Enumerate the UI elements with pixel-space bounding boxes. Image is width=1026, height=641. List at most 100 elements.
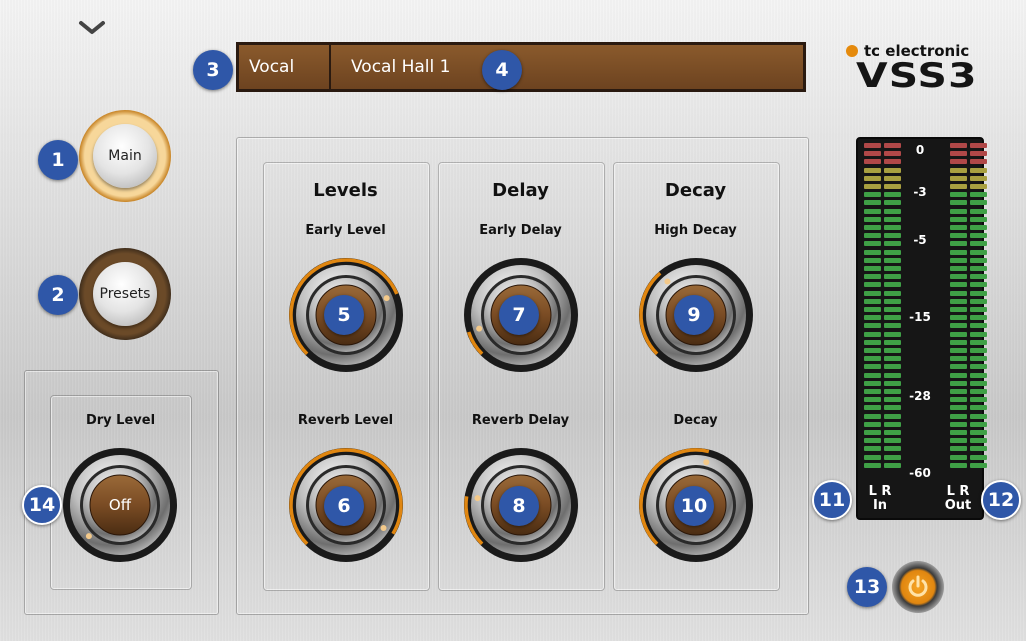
meter-segment [950,200,967,206]
callout-badge: 8 [499,486,539,526]
meter-segment [864,430,881,435]
meter-scale-5: -5 [913,233,927,247]
meter-segment [950,339,967,345]
meter-segment [864,216,881,222]
meter-segment [864,446,881,452]
meter-segment [950,446,967,452]
meter-segment [884,372,901,378]
meter-in-text: In [872,498,888,513]
meter-segment [950,143,967,148]
meter-segment [884,274,901,280]
preset-category[interactable]: Vocal [238,44,330,90]
meter-segment [884,216,901,222]
meter-segment [950,290,967,296]
meter-segment [864,290,881,296]
dry-level-knob[interactable]: Off [60,445,180,565]
callout-badge: 6 [324,486,364,526]
meter-segment [864,454,881,460]
meter-segment [970,274,987,280]
meter-segment [864,184,881,189]
meter-segment [950,257,967,263]
meter-segment [950,249,967,255]
meter-segment [970,200,987,206]
meter-segment [884,208,901,214]
early-level-label: Early Level [305,223,386,238]
chevron-down-icon[interactable] [77,18,107,38]
meter-segment [970,356,987,362]
meter-segment [864,167,881,173]
callout-badge: 14 [22,485,62,525]
main-button[interactable]: Main [79,110,171,202]
meter-segment [884,266,901,271]
meter-segment [970,290,987,296]
dry-level-value: Off [108,496,132,514]
meter-segment [950,389,967,394]
meter-segment [864,249,881,255]
meter-segment [950,216,967,222]
meter-segment [884,339,901,345]
meter-segment [950,175,967,181]
callout-badge: 10 [674,486,714,526]
meter-segment [970,389,987,394]
decay-title: Decay [664,180,727,201]
meter-segment [864,192,881,198]
meter-segment [970,454,987,460]
meter-segment [970,184,987,189]
meter-segment [970,167,987,173]
meter-segment [884,323,901,329]
meter-segment [950,241,967,247]
meter-segment [950,167,967,173]
power-button[interactable] [892,561,944,613]
levels-title: Levels [313,180,378,201]
meter-segment [884,290,901,296]
meter-segment [970,405,987,411]
meter-scale-60: -60 [909,466,931,480]
meter-segment [970,266,987,271]
brand-logo: tc electronic VSS3 [846,42,996,93]
meter-segment [864,397,881,403]
meter-segment [970,249,987,255]
meter-segment [970,339,987,345]
meter-segment [864,421,881,427]
meter-in-channels: L R [868,484,892,499]
meter-segment [950,225,967,230]
reverb-delay-label: Reverb Delay [471,413,570,428]
meter-segment [884,421,901,427]
meter-segment [950,307,967,312]
meter-segment [970,225,987,230]
product-name: VSS3 [856,56,978,96]
meter-scale-0: 0 [915,143,925,157]
meter-segment [970,446,987,452]
meter-segment [970,151,987,157]
meter-segment [970,323,987,329]
meter-segment [970,348,987,353]
meter-segment [864,364,881,370]
meter-segment [884,413,901,419]
meter-segment [884,249,901,255]
meter-segment [970,241,987,247]
presets-button[interactable]: Presets [79,248,171,340]
meter-segment [950,159,967,165]
meter-segment [950,372,967,378]
meter-segment [970,364,987,370]
meter-segment [864,233,881,239]
power-icon [908,575,928,597]
meter-segment [950,454,967,460]
meter-segment [970,257,987,263]
meter-segment [950,462,967,468]
meter-segment [864,339,881,345]
callout-badge: 9 [674,295,714,335]
meter-segment [950,413,967,419]
meter-segment [970,462,987,468]
preset-name[interactable]: Vocal Hall 1 [330,44,804,90]
meter-segment [884,348,901,353]
meter-segment [884,225,901,230]
meter-segment [884,356,901,362]
meter-segment [884,159,901,165]
meter-segment [970,233,987,239]
meter-segment [970,413,987,419]
meter-segment [950,348,967,353]
meter-segment [950,315,967,321]
meter-segment [970,307,987,312]
meter-segment [884,167,901,173]
